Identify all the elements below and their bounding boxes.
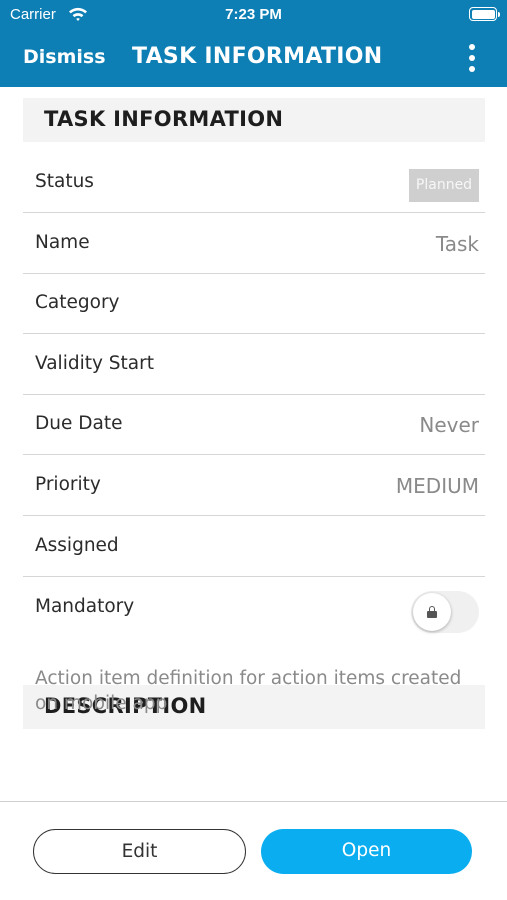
priority-row: Priority MEDIUM [23,455,485,516]
task-information-header: TASK INFORMATION [23,98,485,142]
status-bar: Carrier 7:23 PM [0,0,507,30]
name-value: Task [435,232,479,256]
due-date-value: Never [419,413,479,437]
edit-button[interactable]: Edit [33,829,246,874]
navigation-bar: Dismiss TASK INFORMATION [0,36,507,80]
bottom-action-bar: Edit Open [0,801,507,900]
due-date-label: Due Date [35,413,123,434]
category-row: Category [23,273,485,334]
assigned-row: Assigned [23,516,485,577]
more-options-icon[interactable] [462,42,482,74]
status-label: Status [35,171,94,192]
name-row: Name Task [23,213,485,274]
status-badge: Planned [409,169,479,202]
open-button[interactable]: Open [261,829,472,874]
mandatory-row: Mandatory [23,577,485,647]
category-label: Category [35,292,120,313]
section-title: TASK INFORMATION [44,107,284,131]
battery-icon [469,7,500,21]
due-date-row: Due Date Never [23,394,485,455]
page-title: TASK INFORMATION [132,44,383,69]
status-row: Status Planned [23,152,485,213]
validity-start-row: Validity Start [23,334,485,395]
lock-icon [427,606,437,618]
priority-value: MEDIUM [395,474,479,498]
description-text: Action item definition for action items … [35,668,462,714]
clock: 7:23 PM [225,6,282,23]
name-label: Name [35,232,90,253]
top-header: Carrier 7:23 PM Dismiss TASK INFORMATION [0,0,507,87]
assigned-label: Assigned [35,535,119,556]
dismiss-button[interactable]: Dismiss [23,46,106,68]
mandatory-label: Mandatory [35,596,135,617]
mandatory-toggle[interactable] [411,591,479,633]
priority-label: Priority [35,474,101,495]
validity-start-label: Validity Start [35,353,154,374]
toggle-knob [413,593,451,631]
